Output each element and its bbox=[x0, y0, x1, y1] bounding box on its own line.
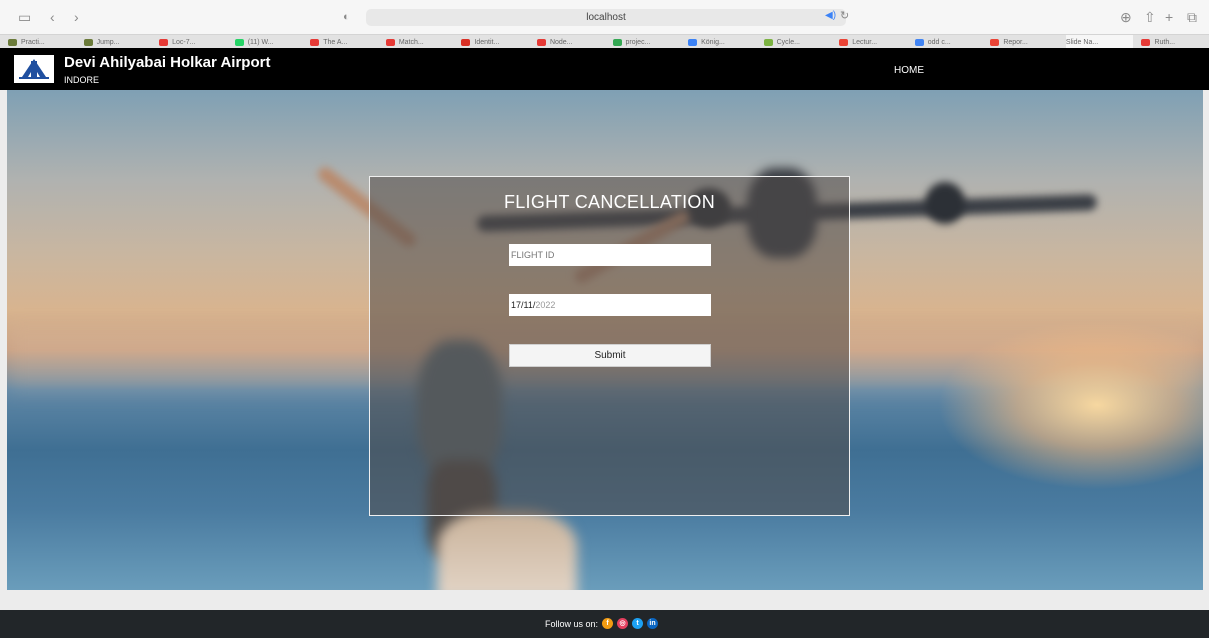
instagram-icon[interactable]: ◎ bbox=[617, 618, 629, 629]
tab-favicon-icon bbox=[8, 38, 17, 46]
browser-toolbar: ▭ ‹ › ◐ localhost ◀) ↻ ⊕ ⇧ + ⧉ bbox=[0, 0, 1209, 34]
browser-tab[interactable]: Lectur... bbox=[839, 35, 907, 49]
tab-favicon-icon bbox=[234, 38, 244, 46]
browser-tab[interactable]: Match... bbox=[385, 35, 454, 49]
airport-logo[interactable] bbox=[14, 55, 54, 83]
date-input[interactable]: 17/11/2022 bbox=[509, 294, 711, 316]
pier-image bbox=[437, 510, 577, 590]
tab-favicon-icon bbox=[159, 38, 169, 46]
tab-label: Loc-7... bbox=[172, 38, 196, 46]
tab-label: Slide Na... bbox=[1065, 38, 1099, 46]
tab-label: (11) W... bbox=[247, 38, 274, 46]
facebook-icon[interactable]: f bbox=[602, 618, 614, 629]
tab-label: Match... bbox=[398, 38, 424, 46]
browser-tab[interactable]: Ruth... bbox=[1141, 35, 1209, 49]
date-day: 17 bbox=[511, 300, 522, 310]
browser-tab[interactable]: projec... bbox=[612, 35, 681, 49]
follow-text: Follow us on: bbox=[545, 618, 599, 629]
tab-label: Ruth... bbox=[1154, 38, 1176, 46]
site-header: Devi Ahilyabai Holkar Airport INDORE HOM… bbox=[0, 48, 1209, 90]
tab-favicon-icon bbox=[461, 38, 471, 46]
tab-favicon-icon bbox=[1141, 38, 1151, 46]
sidebar-toggle-icon[interactable]: ▭ bbox=[18, 9, 31, 25]
tab-favicon-icon bbox=[990, 38, 1000, 46]
tab-label: odd c... bbox=[927, 38, 951, 46]
site-footer: Follow us on: f ◎ t in bbox=[0, 610, 1209, 638]
address-bar[interactable]: localhost bbox=[366, 9, 846, 26]
browser-tab[interactable]: Cycle... bbox=[763, 35, 832, 49]
tab-label: The A... bbox=[323, 38, 348, 46]
browser-tab[interactable]: The A... bbox=[310, 35, 378, 49]
browser-tab[interactable]: (11) W... bbox=[234, 35, 303, 49]
tab-favicon-icon bbox=[83, 38, 93, 46]
date-year: 2022 bbox=[535, 300, 556, 310]
tab-overview-icon[interactable]: ⧉ bbox=[1187, 9, 1197, 25]
new-tab-icon[interactable]: + bbox=[1165, 9, 1173, 25]
tab-label: Cycle... bbox=[776, 38, 800, 46]
twitter-icon[interactable]: t bbox=[632, 618, 644, 629]
share-icon[interactable]: ⇧ bbox=[1144, 9, 1156, 25]
browser-tab[interactable]: Jump... bbox=[83, 35, 152, 49]
site-subtitle: INDORE bbox=[64, 75, 100, 85]
tab-label: Jump... bbox=[96, 38, 120, 46]
tab-label: Lectur... bbox=[852, 38, 878, 46]
submit-button[interactable]: Submit bbox=[509, 344, 711, 367]
tab-label: Repor... bbox=[1003, 38, 1028, 46]
tab-favicon-icon bbox=[310, 38, 320, 46]
browser-tab[interactable]: Identit... bbox=[461, 35, 529, 49]
tab-label: Practi... bbox=[21, 38, 45, 46]
linkedin-icon[interactable]: in bbox=[647, 618, 659, 629]
browser-tab[interactable]: Repor... bbox=[990, 35, 1058, 49]
browser-tab[interactable]: Loc-7... bbox=[159, 35, 227, 49]
tab-label: König... bbox=[701, 38, 725, 46]
tab-label: Node... bbox=[549, 38, 573, 46]
browser-tab[interactable]: odd c... bbox=[914, 35, 983, 49]
airport-logo-icon bbox=[19, 59, 49, 79]
tab-favicon-icon bbox=[385, 38, 395, 46]
speaker-icon[interactable]: ◀) bbox=[825, 10, 836, 21]
download-icon[interactable]: ⊕ bbox=[1120, 9, 1132, 25]
tab-favicon-icon bbox=[612, 38, 622, 46]
tab-favicon-icon bbox=[914, 38, 924, 46]
forward-icon[interactable]: › bbox=[74, 9, 79, 25]
tab-favicon-icon bbox=[536, 38, 546, 46]
browser-tab[interactable]: Node... bbox=[536, 35, 605, 49]
tab-label: projec... bbox=[625, 38, 651, 46]
flight-cancellation-form: FLIGHT CANCELLATION 17/11/2022 Submit bbox=[369, 176, 850, 516]
date-month: 11 bbox=[523, 300, 533, 310]
tab-favicon-icon bbox=[688, 38, 698, 46]
back-icon[interactable]: ‹ bbox=[50, 9, 55, 25]
site-title: Devi Ahilyabai Holkar Airport bbox=[64, 54, 271, 71]
tab-bar: Practi... Jump... Loc-7... (11) W... The A..… bbox=[0, 34, 1209, 49]
nav-home-link[interactable]: HOME bbox=[894, 65, 924, 76]
reload-icon[interactable]: ↻ bbox=[840, 9, 849, 22]
browser-tab[interactable]: Slide Na... bbox=[1065, 35, 1134, 49]
form-title: FLIGHT CANCELLATION bbox=[503, 192, 716, 212]
browser-tab[interactable]: König... bbox=[688, 35, 756, 49]
tab-label: Identit... bbox=[474, 38, 500, 46]
browser-tab[interactable]: Practi... bbox=[8, 35, 76, 49]
tab-favicon-icon bbox=[839, 38, 849, 46]
tab-favicon-icon bbox=[763, 38, 773, 46]
privacy-shield-icon[interactable]: ◐ bbox=[343, 9, 350, 25]
flight-id-input[interactable] bbox=[509, 244, 711, 266]
